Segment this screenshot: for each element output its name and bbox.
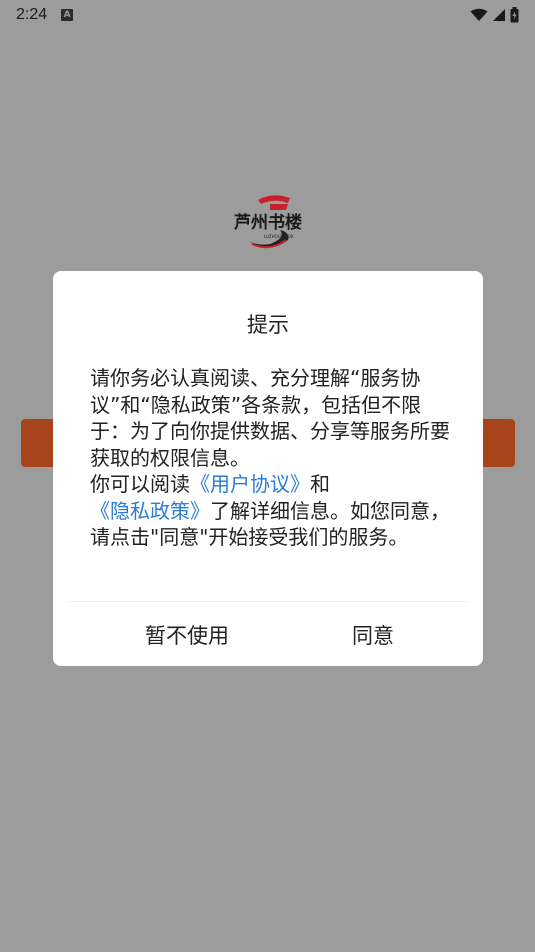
user-agreement-link[interactable]: 《用户协议》: [190, 472, 310, 496]
battery-icon: [510, 7, 519, 23]
status-right: [470, 7, 519, 23]
status-time: 2:24: [16, 6, 48, 23]
body-intro-text: 请你务必认真阅读、充分理解“服务协议”和“隐私政策”各条款，包括但不限于：为了向…: [90, 366, 450, 470]
privacy-policy-link[interactable]: 《隐私政策》: [90, 499, 210, 523]
dialog-divider: [69, 601, 467, 602]
dialog-title: 提示: [247, 313, 289, 337]
logo-text: 芦州书楼: [234, 212, 302, 233]
read-prefix-text: 你可以阅读: [90, 472, 190, 496]
wifi-icon: [470, 8, 488, 22]
signal-icon: [492, 8, 506, 22]
agree-button[interactable]: 同意: [279, 611, 467, 661]
app-notification-icon: A: [61, 9, 74, 21]
dialog-body: 请你务必认真阅读、充分理解“服务协议”和“隐私政策”各条款，包括但不限于：为了向…: [90, 365, 450, 551]
decline-button[interactable]: 暂不使用: [93, 611, 281, 661]
privacy-dialog: 提示 请你务必认真阅读、充分理解“服务协议”和“隐私政策”各条款，包括但不限于：…: [53, 271, 483, 666]
logo-subtext: LUZHOU BOOK: [264, 234, 294, 239]
and-text: 和: [310, 472, 330, 496]
status-left: 2:24 A: [16, 6, 74, 24]
status-bar: 2:24 A: [0, 0, 535, 30]
app-logo: 芦州书楼 LUZHOU BOOK: [230, 192, 308, 256]
